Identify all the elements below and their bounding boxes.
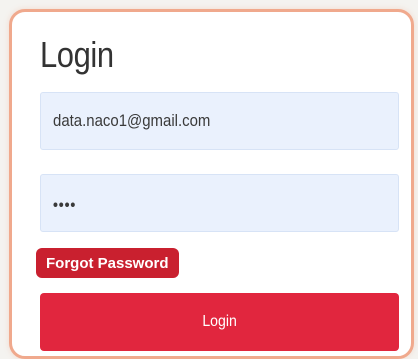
password-field[interactable]: •••• xyxy=(40,174,399,232)
password-field-value: •••• xyxy=(53,197,77,214)
login-button[interactable]: Login xyxy=(40,293,399,351)
login-card: Login data.naco1@gmail.com •••• Forgot P… xyxy=(9,9,414,359)
page-title: Login xyxy=(40,34,114,75)
email-field[interactable]: data.naco1@gmail.com xyxy=(40,92,399,150)
email-field-value: data.naco1@gmail.com xyxy=(53,111,211,130)
forgot-password-link[interactable]: Forgot Password xyxy=(36,248,179,278)
login-button-label: Login xyxy=(202,313,237,330)
